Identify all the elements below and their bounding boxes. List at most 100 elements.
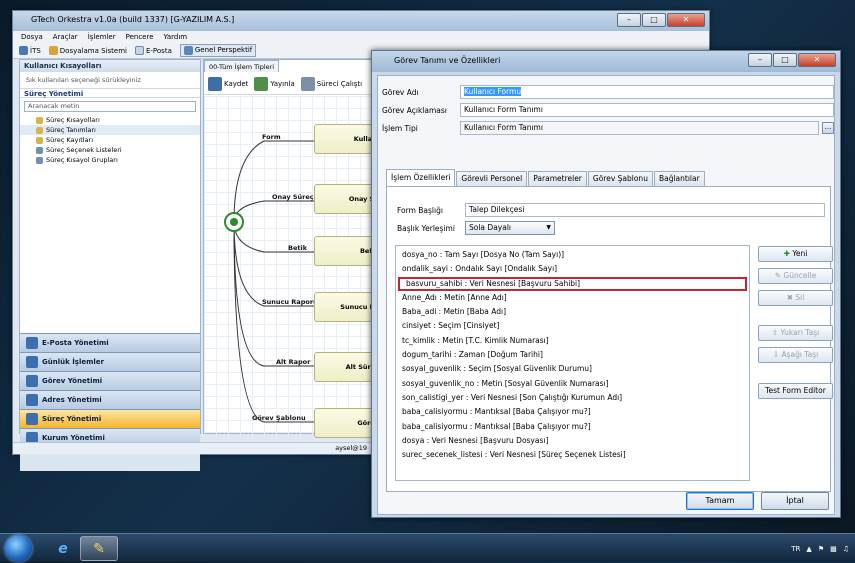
tab-tum-islem-tipleri[interactable]: 00-Tüm İşlem Tipleri (204, 60, 280, 72)
list-item[interactable]: cinsiyet : Seçim [Cinsiyet] (396, 319, 749, 333)
mail-icon (26, 337, 38, 349)
list-item[interactable]: surec_secenek_listesi : Veri Nesnesi [Sü… (396, 448, 749, 462)
dialog-titlebar[interactable]: Görev Tanımı ve Özellikleri – □ ✕ (372, 51, 840, 72)
perspective-icon (183, 46, 193, 55)
tab-gorev-sablonu[interactable]: Görev Şablonu (587, 171, 653, 186)
dialog-minimize-button[interactable]: – (748, 53, 772, 67)
nav-surec-yonetimi[interactable]: Süreç Yönetimi (20, 409, 200, 428)
shortcuts-hint: Sık kullanılan seçeneği sürükleyiniz (26, 76, 141, 84)
records-icon (36, 136, 43, 144)
internet-explorer-icon[interactable]: e (44, 536, 82, 561)
list-item[interactable]: baba_calisiyormu : Mantıksal [Baba Çalış… (396, 405, 749, 419)
edge-label-betik: Betik (288, 244, 308, 252)
yayinla-button[interactable]: Yayınla (254, 76, 295, 91)
tamam-button[interactable]: Tamam (686, 492, 754, 510)
volume-icon[interactable]: ♫ (843, 545, 849, 553)
list-icon (36, 146, 43, 154)
menu-yardim[interactable]: Yardım (164, 31, 188, 43)
list-item[interactable]: baba_calisiyormu : Mantıksal [Baba Çalış… (396, 420, 749, 434)
sidebar-item-surec-kayitlari[interactable]: Süreç Kayıtları (20, 135, 200, 145)
nav-gorev-yonetimi[interactable]: Görev Yönetimi (20, 371, 200, 390)
tab-baglantilar[interactable]: Bağlantılar (653, 171, 705, 186)
its-icon (19, 46, 28, 55)
dialog-body: Görev Adı Kullanıcı Formu Görev Açıklama… (377, 75, 835, 515)
list-item[interactable]: son_calistigi_yer : Veri Nesnesi [Son Ça… (396, 391, 749, 405)
guncelle-button[interactable]: ✎ Güncelle (758, 268, 833, 284)
menu-islemler[interactable]: İşlemler (88, 31, 116, 43)
nav-eposta-yonetimi[interactable]: E-Posta Yönetimi (20, 333, 200, 352)
calendar-icon (26, 356, 38, 368)
dialog-tabs: İşlem Özellikleri Görevli Personel Param… (386, 169, 705, 186)
list-item[interactable]: Baba_adi : Metin [Baba Adı] (396, 305, 749, 319)
dialog-close-button[interactable]: ✕ (798, 53, 836, 67)
menu-araclar[interactable]: Araçlar (53, 31, 78, 43)
its-button[interactable]: İTS (19, 43, 41, 58)
sidebar-item-kisayol-gruplari[interactable]: Süreç Kısayol Grupları (20, 155, 200, 165)
form-basligi-input[interactable]: Talep Dilekçesi (465, 203, 825, 217)
shortcuts-header[interactable]: Kullanıcı Kısayolları (20, 60, 200, 72)
menu-pencere[interactable]: Pencere (126, 31, 154, 43)
main-window-titlebar[interactable]: GTech Orkestra v1.0a (build 1337) [G-YAZ… (13, 11, 709, 31)
list-item[interactable]: sosyal_guvenlik_no : Metin [Sosyal Güven… (396, 377, 749, 391)
tray-arrow-icon[interactable]: ▲ (806, 545, 811, 553)
baslik-yerlesimi-select[interactable]: Sola Dayalı (465, 221, 555, 235)
list-item[interactable]: dosya_no : Tam Sayı [Dosya No (Tam Sayı)… (396, 248, 749, 262)
start-node-dot (230, 218, 238, 226)
dialog-title: Görev Tanımı ve Özellikleri (394, 56, 501, 65)
minimize-button[interactable]: – (617, 13, 641, 27)
sidebar-item-secenek-listeleri[interactable]: Süreç Seçenek Listeleri (20, 145, 200, 155)
list-item[interactable]: ondalik_sayi : Ondalık Sayı [Ondalık Say… (396, 262, 749, 276)
shortcut-search-input[interactable]: Aranacak metin (24, 101, 196, 112)
sidebar-item-surec-kisayollari[interactable]: Süreç Kısayolları (20, 115, 200, 125)
yeni-button[interactable]: ✚ Yeni (758, 246, 833, 262)
folder-icon (48, 46, 58, 55)
start-button[interactable] (5, 535, 32, 562)
close-button[interactable]: ✕ (667, 13, 705, 27)
asagi-tasi-button[interactable]: ⇩ Aşağı Taşı (758, 347, 833, 363)
test-form-editor-button[interactable]: Test Form Editor (758, 383, 833, 399)
editor-toolbar: Kaydet Yayınla Süreci Çalıştı (204, 73, 372, 95)
kaydet-button[interactable]: Kaydet (208, 76, 248, 91)
tab-islem-ozellikleri[interactable]: İşlem Özellikleri (386, 169, 456, 186)
gorev-aciklamasi-input[interactable]: Kullanıcı Form Tanımı (460, 103, 834, 117)
dosyalama-button[interactable]: Dosyalama Sistemi (48, 43, 127, 58)
nav-adres-yonetimi[interactable]: Adres Yönetimi (20, 390, 200, 409)
section-surec-yonetimi[interactable]: Süreç Yönetimi (20, 88, 200, 98)
eposta-button[interactable]: E-Posta (134, 43, 172, 58)
menu-dosya[interactable]: Dosya (21, 31, 43, 43)
sureci-calistir-button[interactable]: Süreci Çalıştı (300, 76, 362, 91)
language-indicator[interactable]: TR (791, 545, 800, 553)
run-icon (300, 76, 315, 91)
iptal-button[interactable]: İptal (761, 492, 829, 510)
gorev-adi-input[interactable]: Kullanıcı Formu (460, 85, 834, 99)
browse-button[interactable]: ... (822, 122, 834, 134)
form-field-list[interactable]: dosya_no : Tam Sayı [Dosya No (Tam Sayı)… (395, 245, 750, 481)
list-item[interactable]: Anne_Adı : Metin [Anne Adı] (396, 291, 749, 305)
edge-label-onay: Onay Süreç (272, 193, 314, 201)
list-item[interactable]: dosya : Veri Nesnesi [Başvuru Dosyası] (396, 434, 749, 448)
save-icon (208, 76, 222, 91)
publish-icon (254, 76, 269, 91)
workflow-canvas[interactable]: Form Onay Süreç Betik Sunucu Raporu Alt … (204, 96, 384, 438)
dialog-maximize-button[interactable]: □ (773, 53, 797, 67)
row-baslik-yerlesimi: Başlık Yerleşimi Sola Dayalı (397, 221, 555, 235)
flag-icon[interactable]: ⚑ (818, 545, 824, 553)
maximize-button[interactable]: □ (642, 13, 666, 27)
list-item[interactable]: dogum_tarihi : Zaman [Doğum Tarihi] (396, 348, 749, 362)
list-item-selected[interactable]: basvuru_sahibi : Veri Nesnesi [Başvuru S… (398, 276, 747, 291)
sil-button[interactable]: ✖ Sil (758, 290, 833, 306)
yukari-tasi-button[interactable]: ⇧ Yukarı Taşı (758, 325, 833, 341)
edge-label-alt-rapor: Alt Rapor (276, 358, 311, 366)
tab-parametreler[interactable]: Parametreler (528, 171, 587, 186)
process-icon (26, 413, 38, 425)
list-item[interactable]: tc_kimlik : Metin [T.C. Kimlik Numarası] (396, 334, 749, 348)
list-item[interactable]: sosyal_guvenlik : Seçim [Sosyal Güvenlik… (396, 362, 749, 376)
tab-gorevli-personel[interactable]: Görevli Personel (456, 171, 528, 186)
genel-perspektif-button[interactable]: Genel Perspektif (179, 44, 257, 57)
orkestra-taskbar-icon[interactable]: ✎ (80, 536, 118, 561)
nav-gunluk-islemler[interactable]: Günlük İşlemler (20, 352, 200, 371)
network-icon[interactable]: ▩ (830, 545, 837, 553)
islem-tipi-field: Kullanıcı Form Tanımı (460, 121, 819, 135)
sidebar-item-surec-tanimlari[interactable]: Süreç Tanımları (20, 125, 200, 135)
baslik-yerlesimi-label: Başlık Yerleşimi (397, 223, 455, 233)
